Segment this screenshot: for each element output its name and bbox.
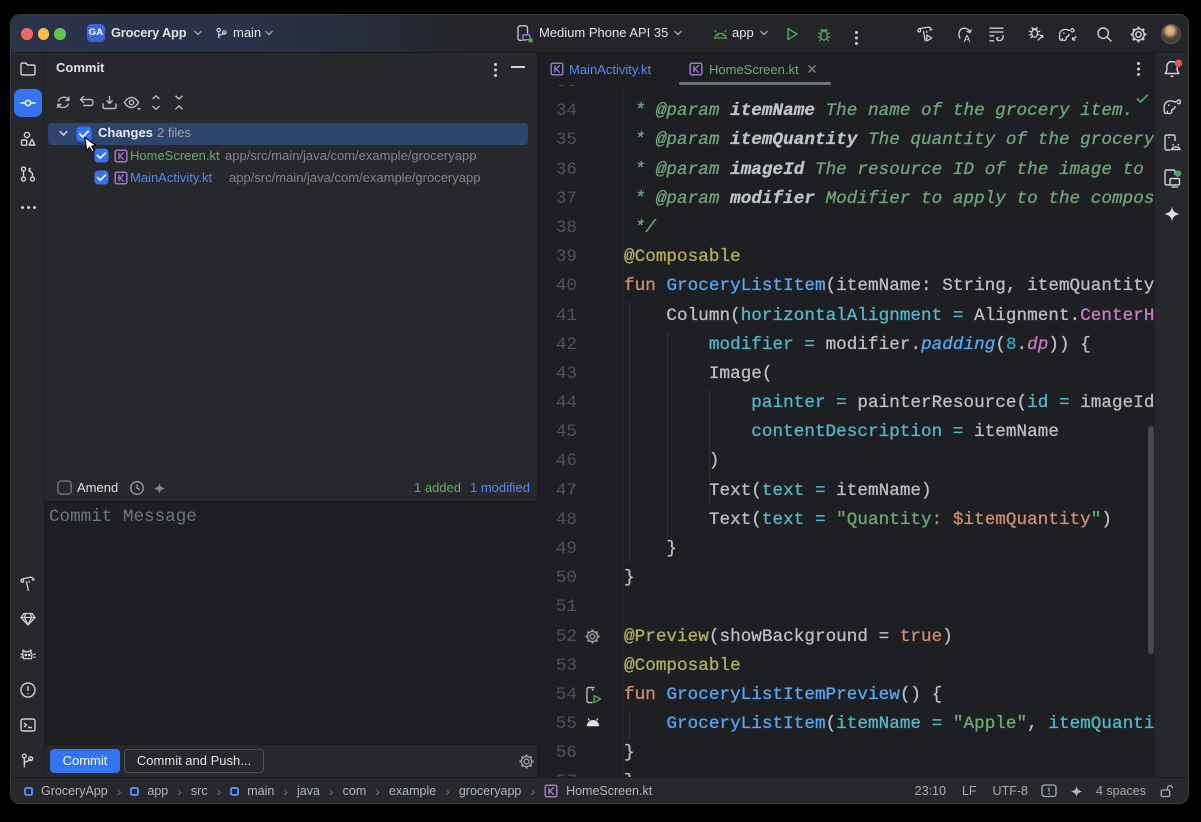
svg-text:A: A	[964, 34, 971, 44]
